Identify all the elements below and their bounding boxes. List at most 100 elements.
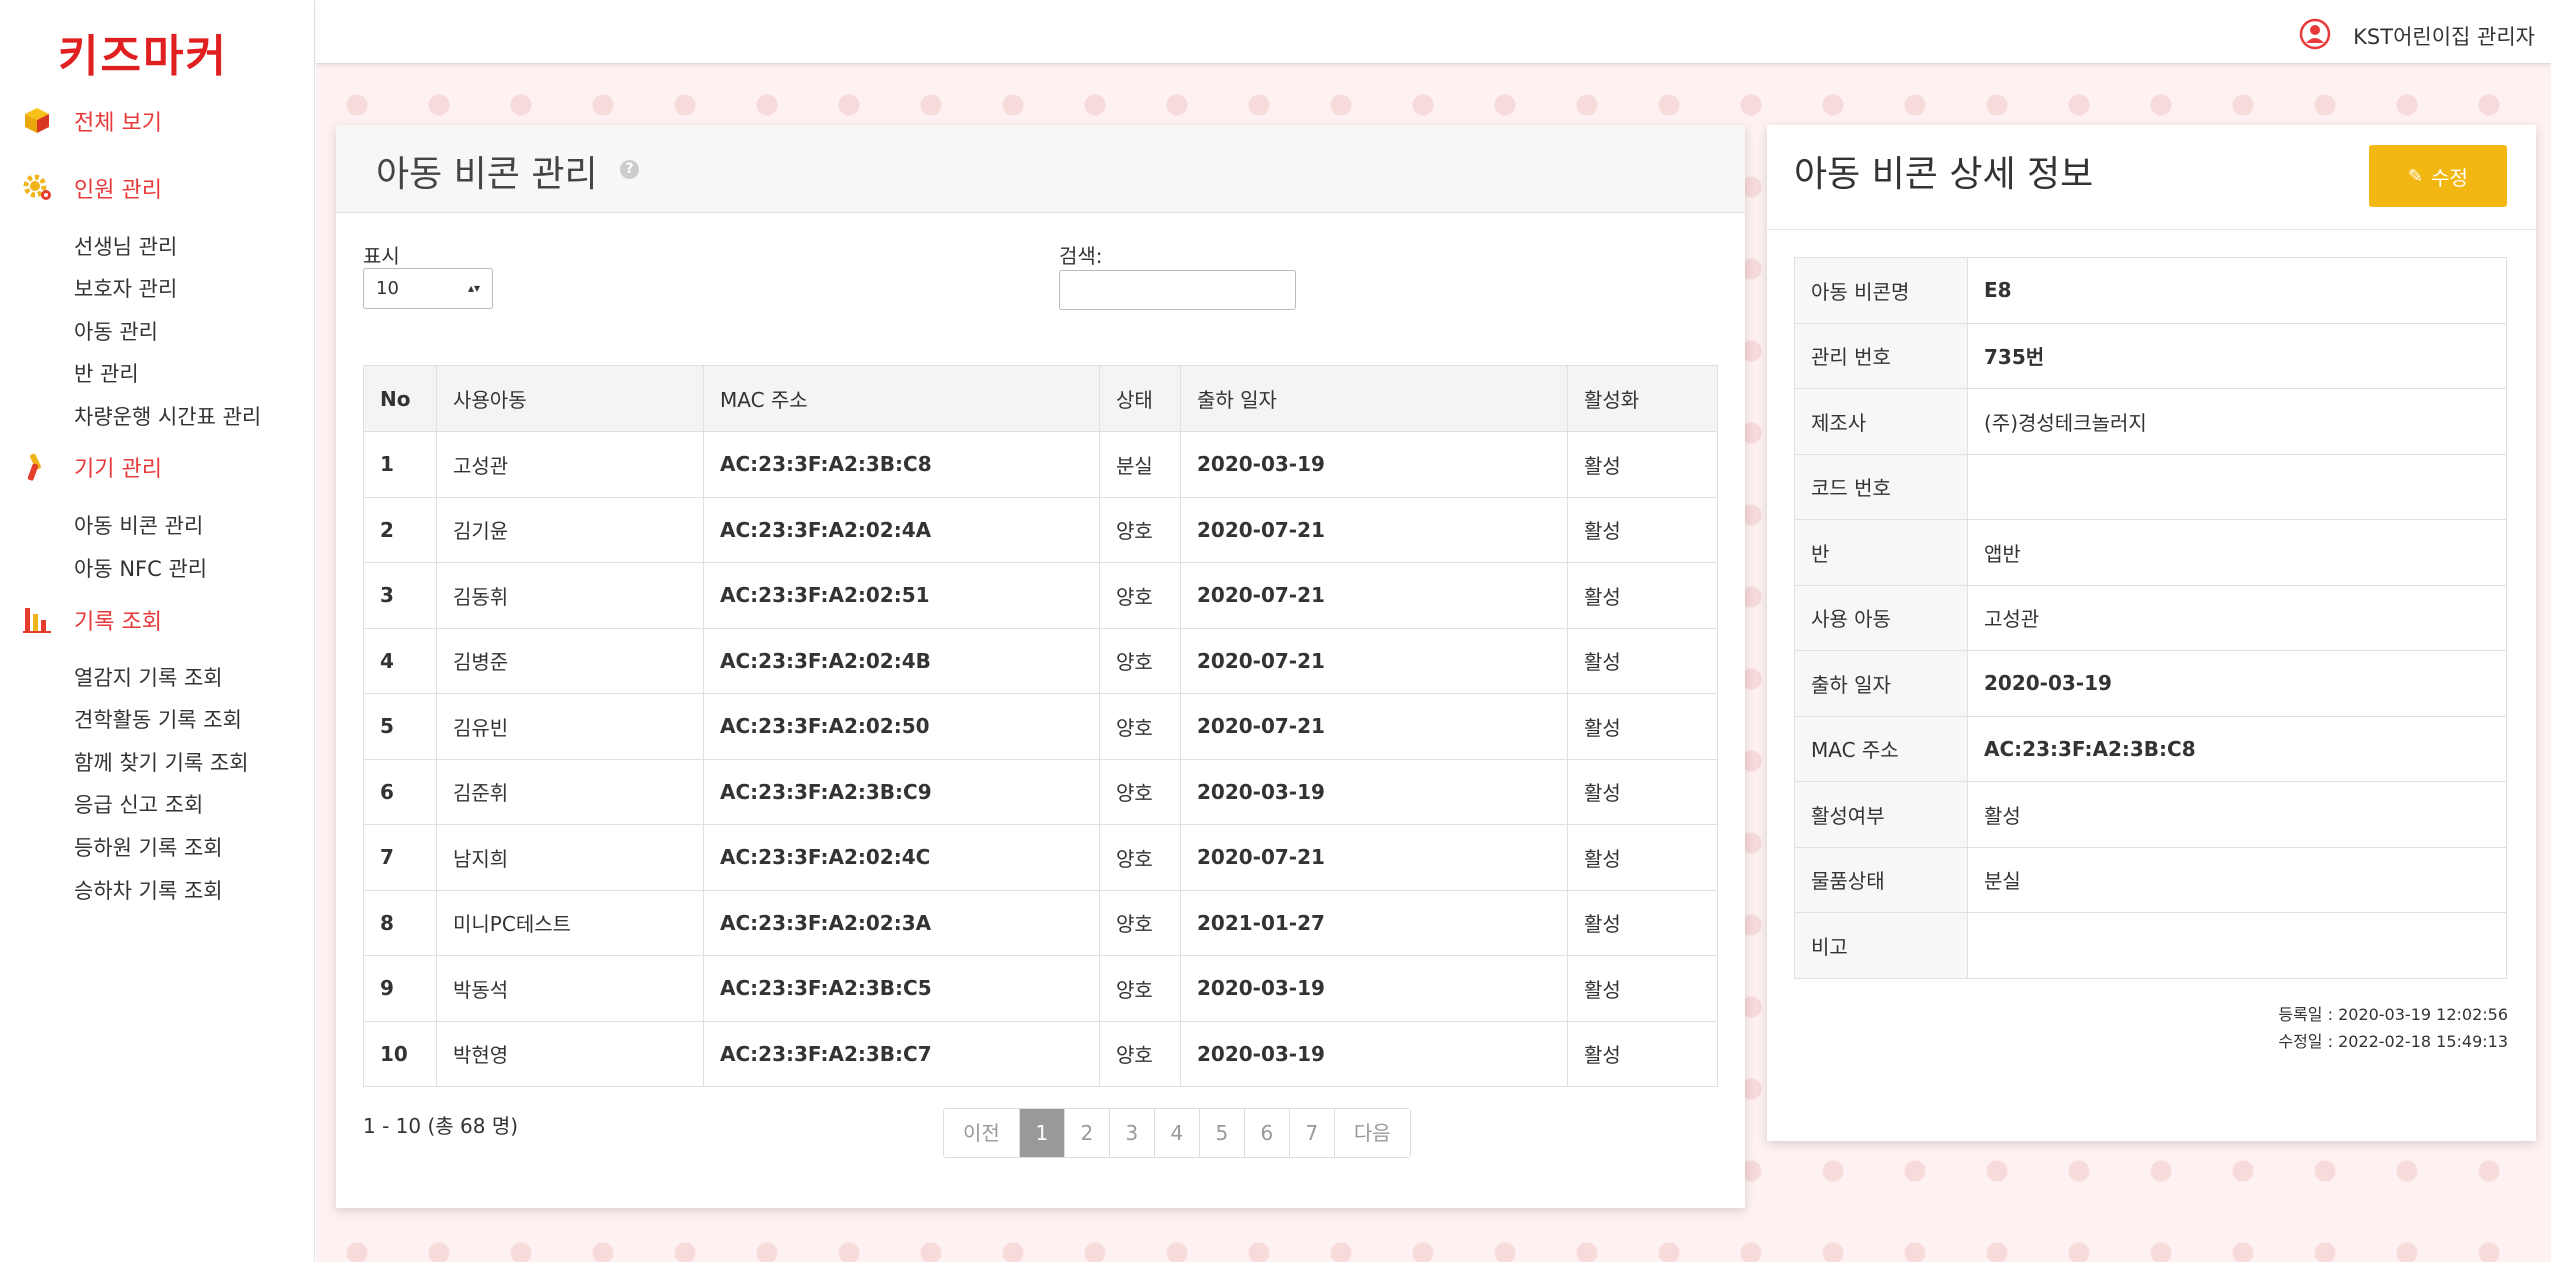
cell-mac: AC:23:3F:A2:02:4B bbox=[703, 627, 1100, 694]
question-circle-icon[interactable]: ? bbox=[620, 160, 639, 179]
sidebar-item-guardians[interactable]: 보호자 관리 bbox=[74, 273, 177, 303]
table-row[interactable]: 4 김병준 AC:23:3F:A2:02:4B 양호 2020-07-21 활성 bbox=[363, 627, 1718, 694]
column-header-no[interactable]: No bbox=[363, 365, 437, 432]
cell-no: 7 bbox=[363, 824, 437, 891]
sidebar-item-attendance-records[interactable]: 등하원 기록 조회 bbox=[74, 832, 223, 862]
bar-chart-icon bbox=[22, 604, 54, 636]
cell-active: 활성 bbox=[1567, 1020, 1718, 1087]
cell-no: 2 bbox=[363, 496, 437, 563]
detail-label: 반 bbox=[1794, 519, 1968, 586]
cell-active: 활성 bbox=[1567, 889, 1718, 956]
sidebar-item-field-trip-records[interactable]: 견학활동 기록 조회 bbox=[74, 704, 242, 734]
sidebar-item-vehicle-schedule[interactable]: 차량운행 시간표 관리 bbox=[74, 401, 261, 431]
column-header-child[interactable]: 사용아동 bbox=[436, 365, 704, 432]
cell-no: 1 bbox=[363, 431, 437, 498]
pagination-page-2[interactable]: 2 bbox=[1064, 1109, 1110, 1157]
table-row[interactable]: 8 미니PC테스트 AC:23:3F:A2:02:3A 양호 2021-01-27 활성 bbox=[363, 889, 1718, 956]
cell-active: 활성 bbox=[1567, 693, 1718, 760]
detail-label: 관리 번호 bbox=[1794, 322, 1968, 389]
detail-value bbox=[1967, 912, 2507, 979]
table-row[interactable]: 7 남지희 AC:23:3F:A2:02:4C 양호 2020-07-21 활성 bbox=[363, 824, 1718, 891]
pagination-page-5[interactable]: 5 bbox=[1199, 1109, 1245, 1157]
detail-row: 코드 번호 bbox=[1794, 453, 2507, 520]
pagination-next-button[interactable]: 다음 bbox=[1334, 1109, 1410, 1157]
cell-ship-date: 2020-03-19 bbox=[1180, 758, 1568, 825]
table-row[interactable]: 5 김유빈 AC:23:3F:A2:02:50 양호 2020-07-21 활성 bbox=[363, 693, 1718, 760]
detail-table: 아동 비콘명 E8 관리 번호 735번 제조사 (주)경성테크놀러지 코드 번호 반 앱반 사용… bbox=[1794, 257, 2507, 979]
sidebar-item-find-together-records[interactable]: 함께 찾기 기록 조회 bbox=[74, 747, 249, 777]
column-header-mac[interactable]: MAC 주소 bbox=[703, 365, 1100, 432]
detail-row: 활성여부 활성 bbox=[1794, 781, 2507, 848]
detail-row: 아동 비콘명 E8 bbox=[1794, 257, 2507, 324]
nav-section-records[interactable]: 기록 조회 bbox=[22, 604, 162, 636]
nav-section-devices[interactable]: 기기 관리 bbox=[22, 451, 162, 483]
pagination-page-6[interactable]: 6 bbox=[1244, 1109, 1290, 1157]
nav-section-people[interactable]: 인원 관리 bbox=[22, 172, 162, 204]
detail-title: 아동 비콘 상세 정보 bbox=[1794, 154, 2094, 195]
user-circle-icon bbox=[2299, 18, 2331, 54]
search-input[interactable] bbox=[1059, 270, 1296, 310]
detail-label: 사용 아동 bbox=[1794, 584, 1968, 651]
tools-icon bbox=[22, 451, 54, 483]
timestamps: 등록일 : 2020-03-19 12:02:56 수정일 : 2022-02-… bbox=[2278, 1001, 2508, 1055]
kidsmarker-logo[interactable]: 키즈마커 bbox=[58, 20, 228, 82]
cell-mac: AC:23:3F:A2:02:4C bbox=[703, 824, 1100, 891]
user-label: KST어린이집 관리자 bbox=[2353, 25, 2535, 49]
cell-child: 남지희 bbox=[436, 824, 704, 891]
detail-value: (주)경성테크놀러지 bbox=[1967, 388, 2507, 455]
detail-label: 비고 bbox=[1794, 912, 1968, 979]
cell-status: 분실 bbox=[1099, 431, 1181, 498]
user-menu[interactable]: KST어린이집 관리자 bbox=[2299, 18, 2535, 54]
sidebar-item-emergency-reports[interactable]: 응급 신고 조회 bbox=[74, 789, 203, 819]
sidebar-item-boarding-records[interactable]: 승하차 기록 조회 bbox=[74, 875, 223, 905]
detail-row: MAC 주소 AC:23:3F:A2:3B:C8 bbox=[1794, 715, 2507, 782]
pagination-page-4[interactable]: 4 bbox=[1154, 1109, 1200, 1157]
pagination-page-7[interactable]: 7 bbox=[1289, 1109, 1335, 1157]
pagination-prev-button[interactable]: 이전 bbox=[944, 1109, 1020, 1157]
cell-child: 김유빈 bbox=[436, 693, 704, 760]
pagination-page-3[interactable]: 3 bbox=[1109, 1109, 1155, 1157]
nav-section-overview[interactable]: 전체 보기 bbox=[22, 105, 162, 137]
nav-section-label: 기기 관리 bbox=[74, 457, 162, 482]
edit-button[interactable]: ✎ 수정 bbox=[2369, 145, 2507, 207]
detail-value: 735번 bbox=[1967, 322, 2507, 389]
cell-ship-date: 2020-07-21 bbox=[1180, 693, 1568, 760]
cell-ship-date: 2020-03-19 bbox=[1180, 431, 1568, 498]
detail-value: 고성관 bbox=[1967, 584, 2507, 651]
column-header-status[interactable]: 상태 bbox=[1099, 365, 1181, 432]
table-row[interactable]: 10 박현영 AC:23:3F:A2:3B:C7 양호 2020-03-19 활성 bbox=[363, 1020, 1718, 1087]
cell-no: 6 bbox=[363, 758, 437, 825]
pagination-page-1[interactable]: 1 bbox=[1019, 1109, 1065, 1157]
pagination: 이전 1 2 3 4 5 6 7 다음 bbox=[943, 1108, 1411, 1158]
detail-value: AC:23:3F:A2:3B:C8 bbox=[1967, 715, 2507, 782]
show-label: 표시 bbox=[363, 244, 400, 268]
cell-child: 박동석 bbox=[436, 955, 704, 1022]
search-label: 검색: bbox=[1059, 244, 1103, 268]
cell-child: 김동휘 bbox=[436, 562, 704, 629]
sidebar-item-child-beacon[interactable]: 아동 비콘 관리 bbox=[74, 510, 203, 540]
detail-label: 아동 비콘명 bbox=[1794, 257, 1968, 324]
table-row[interactable]: 2 김기윤 AC:23:3F:A2:02:4A 양호 2020-07-21 활성 bbox=[363, 496, 1718, 563]
cell-status: 양호 bbox=[1099, 627, 1181, 694]
sidebar-item-child-nfc[interactable]: 아동 NFC 관리 bbox=[74, 553, 207, 583]
cell-ship-date: 2020-07-21 bbox=[1180, 824, 1568, 891]
page-size-select[interactable]: 10 ▴▾ bbox=[363, 268, 493, 309]
detail-row: 사용 아동 고성관 bbox=[1794, 584, 2507, 651]
cell-mac: AC:23:3F:A2:3B:C9 bbox=[703, 758, 1100, 825]
table-row[interactable]: 9 박동석 AC:23:3F:A2:3B:C5 양호 2020-03-19 활성 bbox=[363, 955, 1718, 1022]
cell-mac: AC:23:3F:A2:3B:C8 bbox=[703, 431, 1100, 498]
sidebar-item-classes[interactable]: 반 관리 bbox=[74, 358, 139, 388]
table-row[interactable]: 3 김동휘 AC:23:3F:A2:02:51 양호 2020-07-21 활성 bbox=[363, 562, 1718, 629]
sidebar-item-fever-records[interactable]: 열감지 기록 조회 bbox=[74, 662, 223, 692]
table-row[interactable]: 6 김준휘 AC:23:3F:A2:3B:C9 양호 2020-03-19 활성 bbox=[363, 758, 1718, 825]
column-header-active[interactable]: 활성화 bbox=[1567, 365, 1718, 432]
sidebar-item-children[interactable]: 아동 관리 bbox=[74, 316, 158, 346]
table-row[interactable]: 1 고성관 AC:23:3F:A2:3B:C8 분실 2020-03-19 활성 bbox=[363, 431, 1718, 498]
cell-no: 5 bbox=[363, 693, 437, 760]
column-header-ship-date[interactable]: 출하 일자 bbox=[1180, 365, 1568, 432]
cell-mac: AC:23:3F:A2:02:50 bbox=[703, 693, 1100, 760]
cell-active: 활성 bbox=[1567, 955, 1718, 1022]
cell-status: 양호 bbox=[1099, 693, 1181, 760]
sidebar-item-teachers[interactable]: 선생님 관리 bbox=[74, 231, 177, 261]
cell-child: 김병준 bbox=[436, 627, 704, 694]
